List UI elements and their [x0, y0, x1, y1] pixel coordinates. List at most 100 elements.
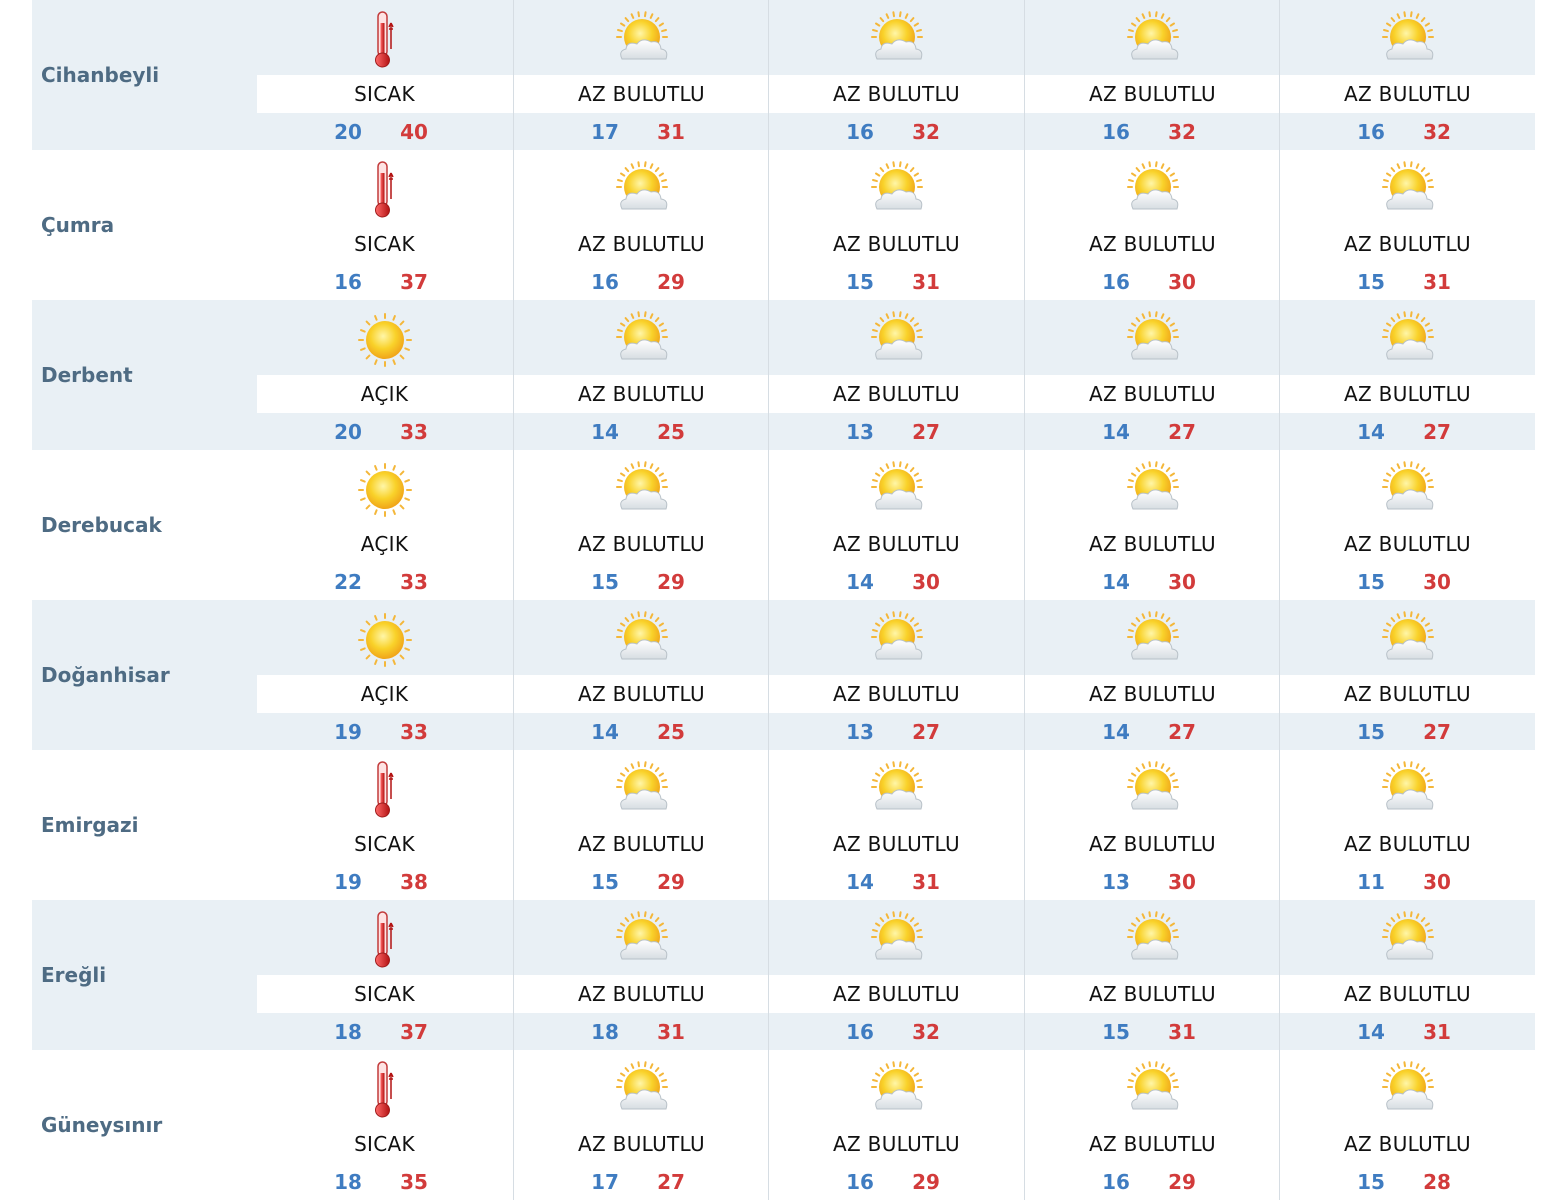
partly-cloudy-icon — [867, 759, 927, 819]
min-temp: 15 — [1357, 1170, 1385, 1194]
condition-label: AZ BULUTLU — [578, 82, 705, 106]
max-temp: 31 — [1423, 270, 1451, 294]
min-temp: 14 — [1102, 570, 1130, 594]
max-temp: 27 — [1423, 720, 1451, 744]
condition-label: AZ BULUTLU — [1344, 682, 1471, 706]
max-temp: 38 — [400, 870, 428, 894]
condition-label: AZ BULUTLU — [1089, 82, 1216, 106]
day-cell-5: AZ BULUTLU 15 31 — [1279, 150, 1535, 300]
day-cell-4: AZ BULUTLU 16 32 — [1024, 0, 1280, 150]
condition-label: AÇIK — [360, 382, 409, 406]
day-cell-5: AZ BULUTLU 14 31 — [1279, 900, 1535, 1050]
condition-label: AZ BULUTLU — [1344, 82, 1471, 106]
min-temp: 14 — [846, 570, 874, 594]
district-name[interactable]: Derebucak — [41, 513, 162, 537]
district-name[interactable]: Derbent — [41, 363, 133, 387]
max-temp: 32 — [1423, 120, 1451, 144]
condition-label: AZ BULUTLU — [578, 382, 705, 406]
max-temp: 29 — [912, 1170, 940, 1194]
district-name[interactable]: Güneysınır — [41, 1113, 162, 1137]
day-cell-1: SICAK 18 35 — [257, 1050, 512, 1200]
partly-cloudy-icon — [1123, 609, 1183, 669]
min-temp: 16 — [1357, 120, 1385, 144]
condition-label: AZ BULUTLU — [833, 682, 960, 706]
day-cell-2: AZ BULUTLU 15 29 — [513, 450, 769, 600]
condition-label: AÇIK — [360, 532, 409, 556]
min-temp: 16 — [1102, 1170, 1130, 1194]
condition-label: SICAK — [354, 232, 415, 256]
min-temp: 14 — [1357, 420, 1385, 444]
min-temp: 16 — [846, 120, 874, 144]
max-temp: 29 — [657, 570, 685, 594]
min-temp: 14 — [1357, 1020, 1385, 1044]
max-temp: 35 — [400, 1170, 428, 1194]
district-name[interactable]: Cihanbeyli — [41, 63, 159, 87]
day-cell-3: AZ BULUTLU 14 30 — [768, 450, 1024, 600]
max-temp: 29 — [657, 870, 685, 894]
day-cell-2: AZ BULUTLU 16 29 — [513, 150, 769, 300]
min-temp: 19 — [334, 870, 362, 894]
max-temp: 30 — [912, 570, 940, 594]
day-cell-5: AZ BULUTLU 14 27 — [1279, 300, 1535, 450]
district-row: Derebucak AÇIK 22 33 AZ BULUTLU 15 29 AZ BUL… — [32, 450, 1535, 600]
min-temp: 18 — [334, 1020, 362, 1044]
partly-cloudy-icon — [612, 609, 672, 669]
condition-label: AZ BULUTLU — [1089, 532, 1216, 556]
day-cell-1: SICAK 18 37 — [257, 900, 512, 1050]
district-cell: Derbent — [32, 300, 257, 450]
condition-label: AZ BULUTLU — [578, 532, 705, 556]
min-temp: 22 — [334, 570, 362, 594]
condition-label: AZ BULUTLU — [1089, 682, 1216, 706]
min-temp: 15 — [1357, 570, 1385, 594]
min-temp: 16 — [1102, 120, 1130, 144]
max-temp: 32 — [912, 120, 940, 144]
min-temp: 16 — [846, 1020, 874, 1044]
day-cell-3: AZ BULUTLU 14 31 — [768, 750, 1024, 900]
min-temp: 14 — [1102, 720, 1130, 744]
day-cell-2: AZ BULUTLU 18 31 — [513, 900, 769, 1050]
partly-cloudy-icon — [1123, 459, 1183, 519]
max-temp: 33 — [400, 420, 428, 444]
min-temp: 14 — [591, 420, 619, 444]
max-temp: 27 — [912, 720, 940, 744]
district-row: Cihanbeyli SICAK 20 40 AZ BULUTLU 17 31 AZ B… — [32, 0, 1535, 150]
partly-cloudy-icon — [867, 909, 927, 969]
thermometer-icon — [355, 1059, 415, 1119]
min-temp: 17 — [591, 1170, 619, 1194]
district-name[interactable]: Ereğli — [41, 963, 106, 987]
district-name[interactable]: Emirgazi — [41, 813, 139, 837]
day-cell-3: AZ BULUTLU 16 32 — [768, 900, 1024, 1050]
partly-cloudy-icon — [1123, 1059, 1183, 1119]
district-row: Ereğli SICAK 18 37 AZ BULUTLU 18 31 AZ BULUT… — [32, 900, 1535, 1050]
district-name[interactable]: Çumra — [41, 213, 114, 237]
condition-label: AZ BULUTLU — [578, 832, 705, 856]
day-cell-5: AZ BULUTLU 11 30 — [1279, 750, 1535, 900]
day-cell-1: SICAK 16 37 — [257, 150, 512, 300]
district-row: Doğanhisar AÇIK 19 33 AZ BULUTLU 14 25 AZ BU… — [32, 600, 1535, 750]
condition-label: AZ BULUTLU — [833, 382, 960, 406]
min-temp: 19 — [334, 720, 362, 744]
condition-label: AZ BULUTLU — [1344, 232, 1471, 256]
day-cell-2: AZ BULUTLU 14 25 — [513, 300, 769, 450]
district-name[interactable]: Doğanhisar — [41, 663, 170, 687]
thermometer-icon — [355, 759, 415, 819]
thermometer-icon — [355, 9, 415, 69]
partly-cloudy-icon — [867, 309, 927, 369]
max-temp: 27 — [1168, 720, 1196, 744]
condition-label: SICAK — [354, 982, 415, 1006]
day-cell-1: AÇIK 20 33 — [257, 300, 512, 450]
max-temp: 31 — [657, 120, 685, 144]
max-temp: 33 — [400, 570, 428, 594]
max-temp: 30 — [1423, 570, 1451, 594]
partly-cloudy-icon — [867, 1059, 927, 1119]
condition-label: AZ BULUTLU — [1089, 832, 1216, 856]
partly-cloudy-icon — [1378, 1059, 1438, 1119]
min-temp: 18 — [591, 1020, 619, 1044]
day-cell-4: AZ BULUTLU 13 30 — [1024, 750, 1280, 900]
min-temp: 15 — [591, 870, 619, 894]
day-cell-3: AZ BULUTLU 13 27 — [768, 600, 1024, 750]
condition-label: AZ BULUTLU — [1089, 232, 1216, 256]
partly-cloudy-icon — [612, 309, 672, 369]
condition-label: SICAK — [354, 1132, 415, 1156]
min-temp: 20 — [334, 120, 362, 144]
